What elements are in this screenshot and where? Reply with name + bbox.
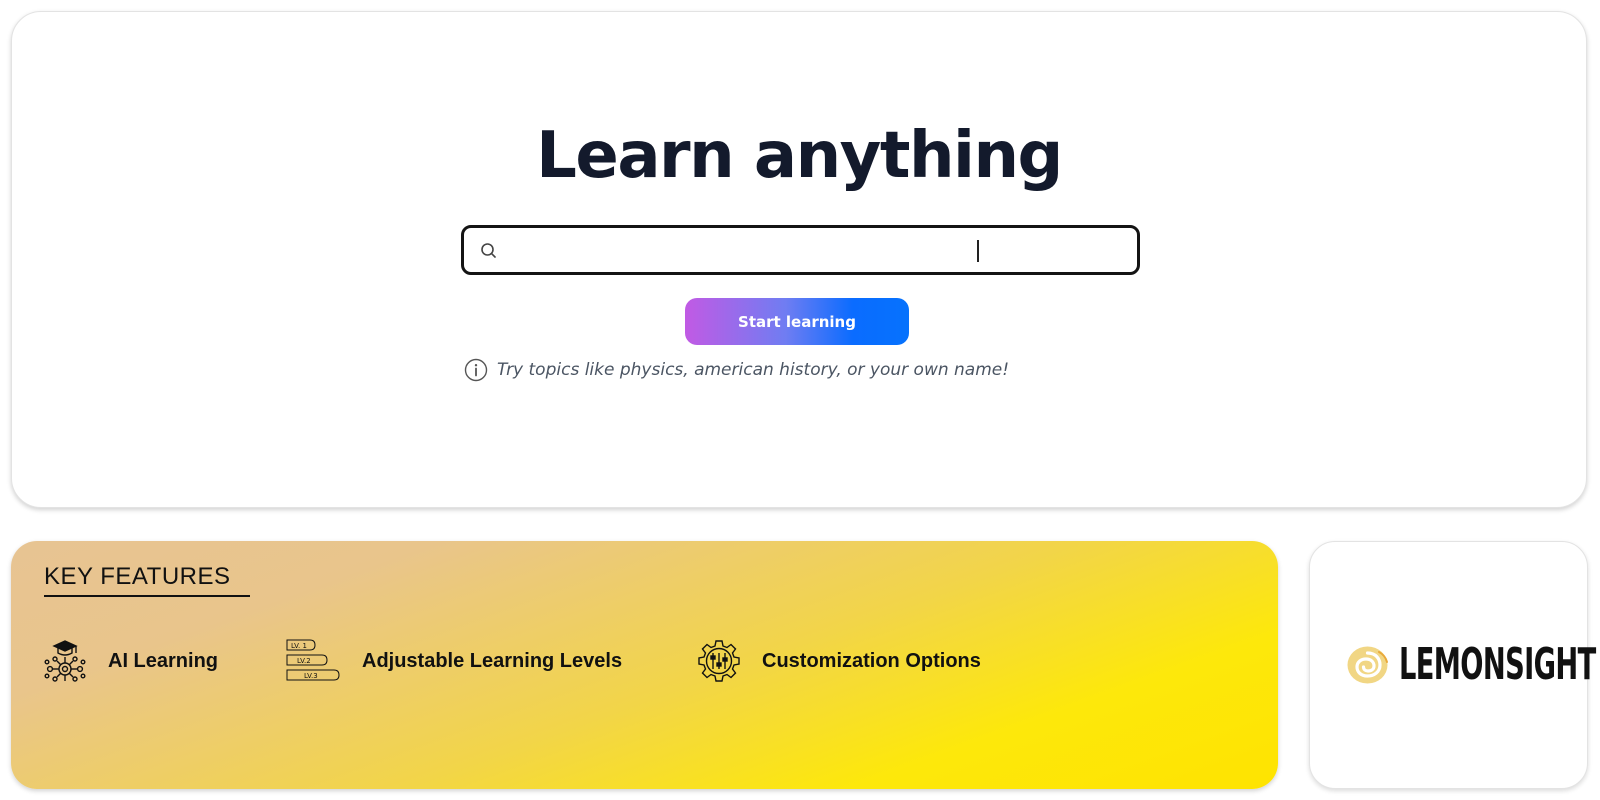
feature-label-customization: Customization Options xyxy=(762,649,981,672)
hint-row: Try topics like physics, american histor… xyxy=(464,356,1009,384)
feature-customization: Customization Options xyxy=(697,636,981,686)
customization-gear-icon xyxy=(698,640,740,682)
learning-levels-icon: LV. 1 LV.2 LV.3 xyxy=(286,639,340,681)
feature-label-ai-learning: AI Learning xyxy=(108,649,219,672)
key-features-heading: KEY FEATURES xyxy=(44,563,250,597)
hero-card: Learn anything Start learning Try topics… xyxy=(11,11,1587,508)
level-1-label: LV. 1 xyxy=(291,642,307,650)
text-caret xyxy=(977,240,979,262)
feature-label-adjustable-levels: Adjustable Learning Levels xyxy=(362,649,623,672)
info-icon xyxy=(464,358,488,382)
hero-title: Learn anything xyxy=(536,119,1063,193)
key-features-panel: KEY FEATURES AI Learning LV. 1 LV.2 LV.3… xyxy=(11,541,1278,789)
feature-ai-learning: AI Learning xyxy=(43,636,218,686)
lemon-swirl-icon xyxy=(1347,646,1388,684)
ai-learning-icon xyxy=(44,640,86,682)
search-icon xyxy=(481,243,496,258)
brand-logo: LEMONSIGHT xyxy=(1346,643,1600,687)
hint-text: Try topics like physics, american histor… xyxy=(497,360,1010,380)
brand-name: LEMONSIGHT xyxy=(1399,639,1596,690)
search-box[interactable] xyxy=(461,225,1140,275)
level-2-label: LV.2 xyxy=(297,657,311,665)
feature-adjustable-levels: LV. 1 LV.2 LV.3 Adjustable Learning Leve… xyxy=(286,636,622,686)
search-input[interactable] xyxy=(524,234,1114,266)
brand-card: LEMONSIGHT xyxy=(1309,541,1596,789)
start-learning-button[interactable]: Start learning xyxy=(685,298,909,345)
level-3-label: LV.3 xyxy=(304,672,318,680)
